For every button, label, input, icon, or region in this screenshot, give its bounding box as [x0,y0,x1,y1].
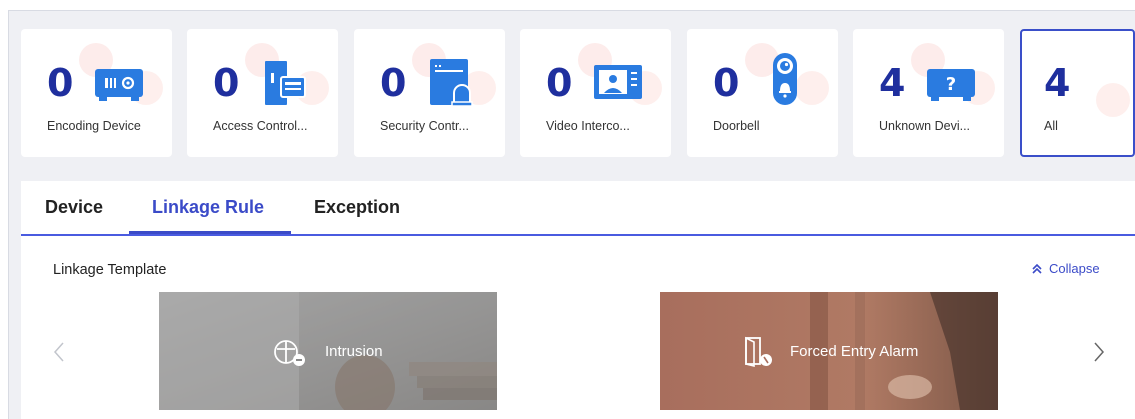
device-count: 0 [713,61,740,105]
device-count: 0 [546,61,573,105]
template-label: Intrusion [325,343,383,360]
card-video-intercom[interactable]: 0 Video Interco... [520,29,671,157]
access-control-icon [265,61,306,105]
chevron-right-icon[interactable] [1093,341,1105,363]
card-encoding-device[interactable]: 0 Encoding Device [21,29,172,157]
device-count: 0 [47,61,74,105]
device-label: Unknown Devi... [879,119,971,133]
device-count: 0 [380,61,407,105]
device-label: Doorbell [713,119,760,133]
linkage-template-title: Linkage Template [53,262,167,278]
template-intrusion[interactable]: Intrusion [159,292,497,410]
intrusion-icon [274,340,305,366]
main-frame: 0 Encoding Device 0 Access Control... 0 … [8,10,1135,419]
device-label: Access Control... [213,119,308,133]
card-security-control[interactable]: 0 Security Contr... [354,29,505,157]
device-label: Security Contr... [380,119,469,133]
active-tab-indicator [129,231,291,234]
svg-text:?: ? [946,74,956,95]
tab-device[interactable]: Device [45,197,103,218]
tab-exception[interactable]: Exception [314,197,400,218]
forced-entry-icon [745,336,772,368]
doorbell-icon [773,53,797,105]
encoding-device-icon [95,69,143,101]
unknown-device-icon: ? [927,69,975,101]
content-panel: Device Linkage Rule Exception Linkage Te… [21,181,1135,419]
card-decoration [1096,83,1130,117]
card-unknown-device[interactable]: 4 ? Unknown Devi... [853,29,1004,157]
template-label: Forced Entry Alarm [790,343,919,360]
collapse-label: Collapse [1049,261,1100,276]
device-count: 4 [1044,61,1071,105]
video-intercom-icon [594,65,642,99]
tab-linkage-rule[interactable]: Linkage Rule [152,197,264,218]
device-label: Encoding Device [47,119,141,133]
chevron-left-icon[interactable] [53,341,65,363]
device-count: 0 [213,61,240,105]
security-control-icon [430,59,473,107]
collapse-button[interactable]: Collapse [1031,261,1100,276]
device-label: Video Interco... [546,119,630,133]
template-forced-entry-alarm[interactable]: Forced Entry Alarm [660,292,998,410]
device-count: 4 [879,61,906,105]
device-label: All [1044,119,1058,133]
double-chevron-up-icon [1032,263,1042,274]
card-access-control[interactable]: 0 Access Control... [187,29,338,157]
card-all[interactable]: 4 All [1020,29,1135,157]
tab-bar: Device Linkage Rule Exception [21,181,1135,236]
card-doorbell[interactable]: 0 Doorbell [687,29,838,157]
